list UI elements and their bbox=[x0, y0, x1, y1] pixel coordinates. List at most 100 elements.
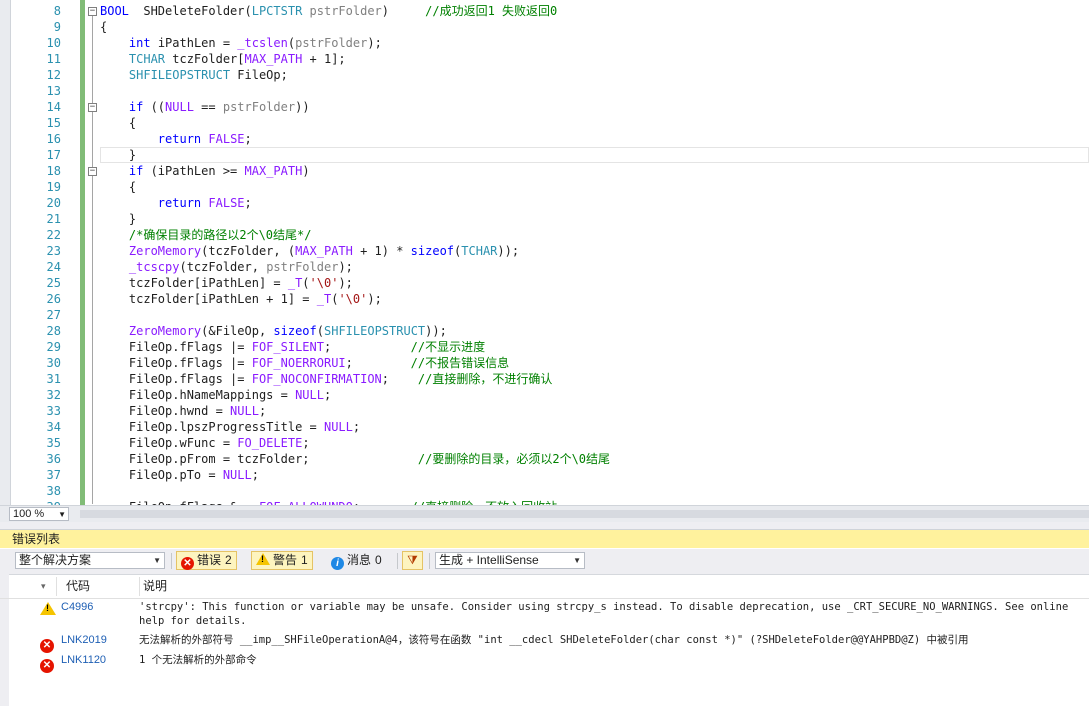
code-token: NULL bbox=[222, 468, 252, 482]
code-token: } bbox=[100, 212, 137, 226]
line-number: 29 bbox=[46, 340, 61, 354]
line-number: 37 bbox=[46, 468, 61, 482]
error-list-title[interactable]: 错误列表 bbox=[0, 530, 1089, 548]
code-line[interactable]: tczFolder[iPathLen] = _T('\0'); bbox=[100, 275, 1089, 291]
code-line[interactable]: FileOp.wFunc = FO_DELETE; bbox=[100, 435, 1089, 451]
code-text-area[interactable]: BOOL SHDeleteFolder(LPCTSTR pstrFolder) … bbox=[100, 3, 1089, 505]
error-icon: ✕ bbox=[181, 557, 194, 570]
code-line[interactable]: int iPathLen = _tcslen(pstrFolder); bbox=[100, 35, 1089, 51]
line-number: 19 bbox=[46, 180, 61, 194]
code-line[interactable]: ZeroMemory(tczFolder, (MAX_PATH + 1) * s… bbox=[100, 243, 1089, 259]
warnings-label: 警告 bbox=[273, 553, 298, 567]
code-token: '\0' bbox=[309, 276, 339, 290]
code-line[interactable]: } bbox=[100, 147, 1089, 163]
line-number: 33 bbox=[46, 404, 61, 418]
line-number: 30 bbox=[46, 356, 61, 370]
code-line[interactable]: return FALSE; bbox=[100, 131, 1089, 147]
column-header-code[interactable]: 代码 bbox=[66, 575, 90, 598]
panel-splitter[interactable] bbox=[0, 522, 1089, 530]
code-line[interactable]: SHFILEOPSTRUCT FileOp; bbox=[100, 67, 1089, 83]
code-token: SHFILEOPSTRUCT bbox=[128, 68, 231, 82]
code-line[interactable]: if ((NULL == pstrFolder)) bbox=[100, 99, 1089, 115]
chevron-down-icon: ▼ bbox=[153, 556, 161, 565]
error-code-link[interactable]: LNK2019 bbox=[61, 634, 107, 646]
code-editor[interactable]: 8 9 10 11 12 13 14 15 16 17 18 19 20 21 22 23 24 25 26 27 28… bbox=[0, 0, 1089, 505]
error-code-link[interactable]: LNK1120 bbox=[61, 654, 106, 666]
error-row[interactable]: ✕ LNK1120 1 个无法解析的外部命令 bbox=[0, 653, 1089, 673]
line-number: 36 bbox=[46, 452, 61, 466]
code-line[interactable]: if (iPathLen >= MAX_PATH) bbox=[100, 163, 1089, 179]
code-token: sizeof bbox=[273, 324, 317, 338]
code-line[interactable]: return FALSE; bbox=[100, 195, 1089, 211]
filter-icon[interactable]: ⧩ bbox=[402, 551, 423, 570]
code-token: (&FileOp, bbox=[201, 324, 274, 338]
error-description: 1 个无法解析的外部命令 bbox=[139, 654, 257, 666]
code-token: FOF_NOCONFIRMATION bbox=[251, 372, 382, 386]
collapse-if-block-icon[interactable]: − bbox=[88, 167, 97, 176]
build-source-select[interactable]: 生成 + IntelliSense ▼ bbox=[435, 552, 585, 569]
code-line[interactable]: { bbox=[100, 19, 1089, 35]
horizontal-scrollbar-thumb[interactable] bbox=[80, 510, 1089, 518]
code-token: ; bbox=[244, 132, 252, 146]
sort-arrow-icon[interactable]: ▾ bbox=[41, 575, 46, 598]
code-line[interactable]: tczFolder[iPathLen + 1] = _T('\0'); bbox=[100, 291, 1089, 307]
error-code-link[interactable]: C4996 bbox=[61, 601, 93, 613]
error-row[interactable]: ! C4996 'strcpy': This function or varia… bbox=[0, 600, 1089, 630]
code-token: //成功返回1 失败返回0 bbox=[425, 4, 558, 18]
error-row[interactable]: ✕ LNK2019 无法解析的外部符号 __imp__SHFileOperati… bbox=[0, 633, 1089, 653]
code-token: ; bbox=[302, 436, 310, 450]
code-line[interactable]: FileOp.pFrom = tczFolder; //要删除的目录，必须以2个… bbox=[100, 451, 1089, 467]
code-token: )); bbox=[425, 324, 447, 338]
messages-filter-button[interactable]: i 消息 0 bbox=[326, 551, 387, 570]
line-number-gutter: 8 9 10 11 12 13 14 15 16 17 18 19 20 21 22 23 24 25 26 27 28… bbox=[10, 3, 61, 505]
code-line[interactable]: /*确保目录的路径以2个\0结尾*/ bbox=[100, 227, 1089, 243]
code-token: FileOp.fFlags |= bbox=[100, 340, 252, 354]
code-line[interactable]: ZeroMemory(&FileOp, sizeof(SHFILEOPSTRUC… bbox=[100, 323, 1089, 339]
code-line[interactable]: _tcscpy(tczFolder, pstrFolder); bbox=[100, 259, 1089, 275]
code-token: FileOp; bbox=[230, 68, 288, 82]
toolbar-separator bbox=[429, 553, 430, 569]
line-number: 27 bbox=[46, 308, 61, 322]
line-number: 9 bbox=[53, 20, 61, 34]
zoom-level-select[interactable]: 100 % ▼ bbox=[9, 507, 69, 521]
code-line[interactable] bbox=[100, 483, 1089, 499]
code-token: } bbox=[100, 148, 137, 162]
code-token: )); bbox=[497, 244, 520, 258]
column-divider[interactable] bbox=[139, 577, 140, 596]
code-line[interactable]: FileOp.fFlags |= FOF_NOERRORUI; //不报告错误信… bbox=[100, 355, 1089, 371]
collapse-if-block-icon[interactable]: − bbox=[88, 103, 97, 112]
code-token: FileOp.wFunc = bbox=[100, 436, 238, 450]
code-line[interactable] bbox=[100, 307, 1089, 323]
errors-label: 错误 bbox=[197, 553, 222, 567]
code-line[interactable] bbox=[100, 83, 1089, 99]
error-list-toolbar: 整个解决方案 ▼ ✕ 错误 2 ! 警告 1 i 消息 0 ⧩ 生成 + IntelliSe… bbox=[0, 549, 1089, 575]
warnings-filter-button[interactable]: ! 警告 1 bbox=[251, 551, 313, 570]
column-divider[interactable] bbox=[56, 577, 57, 596]
column-header-description[interactable]: 说明 bbox=[143, 575, 167, 598]
code-line[interactable]: { bbox=[100, 179, 1089, 195]
code-line[interactable]: } bbox=[100, 211, 1089, 227]
code-token: FileOp.pTo = bbox=[100, 468, 223, 482]
code-line[interactable]: { bbox=[100, 115, 1089, 131]
code-token: SHFILEOPSTRUCT bbox=[324, 324, 426, 338]
warnings-count: 1 bbox=[301, 553, 308, 567]
errors-filter-button[interactable]: ✕ 错误 2 bbox=[176, 551, 237, 570]
code-line[interactable]: FileOp.lpszProgressTitle = NULL; bbox=[100, 419, 1089, 435]
line-number: 22 bbox=[46, 228, 61, 242]
scope-select-value: 整个解决方案 bbox=[19, 553, 92, 567]
code-line[interactable]: FileOp.fFlags |= FOF_SILENT; //不显示进度 bbox=[100, 339, 1089, 355]
collapse-function-icon[interactable]: − bbox=[88, 7, 97, 16]
code-line[interactable]: FileOp.fFlags |= FOF_NOCONFIRMATION; //直… bbox=[100, 371, 1089, 387]
code-token: + 1]; bbox=[302, 52, 346, 66]
code-token: (( bbox=[143, 100, 166, 114]
code-line[interactable]: FileOp.hwnd = NULL; bbox=[100, 403, 1089, 419]
messages-count: 0 bbox=[375, 553, 382, 567]
scope-select[interactable]: 整个解决方案 ▼ bbox=[15, 552, 165, 569]
code-line[interactable]: BOOL SHDeleteFolder(LPCTSTR pstrFolder) … bbox=[100, 3, 1089, 19]
code-line[interactable]: TCHAR tczFolder[MAX_PATH + 1]; bbox=[100, 51, 1089, 67]
code-line[interactable]: FileOp.pTo = NULL; bbox=[100, 467, 1089, 483]
code-token: return bbox=[157, 132, 202, 146]
code-line[interactable]: FileOp.hNameMappings = NULL; bbox=[100, 387, 1089, 403]
